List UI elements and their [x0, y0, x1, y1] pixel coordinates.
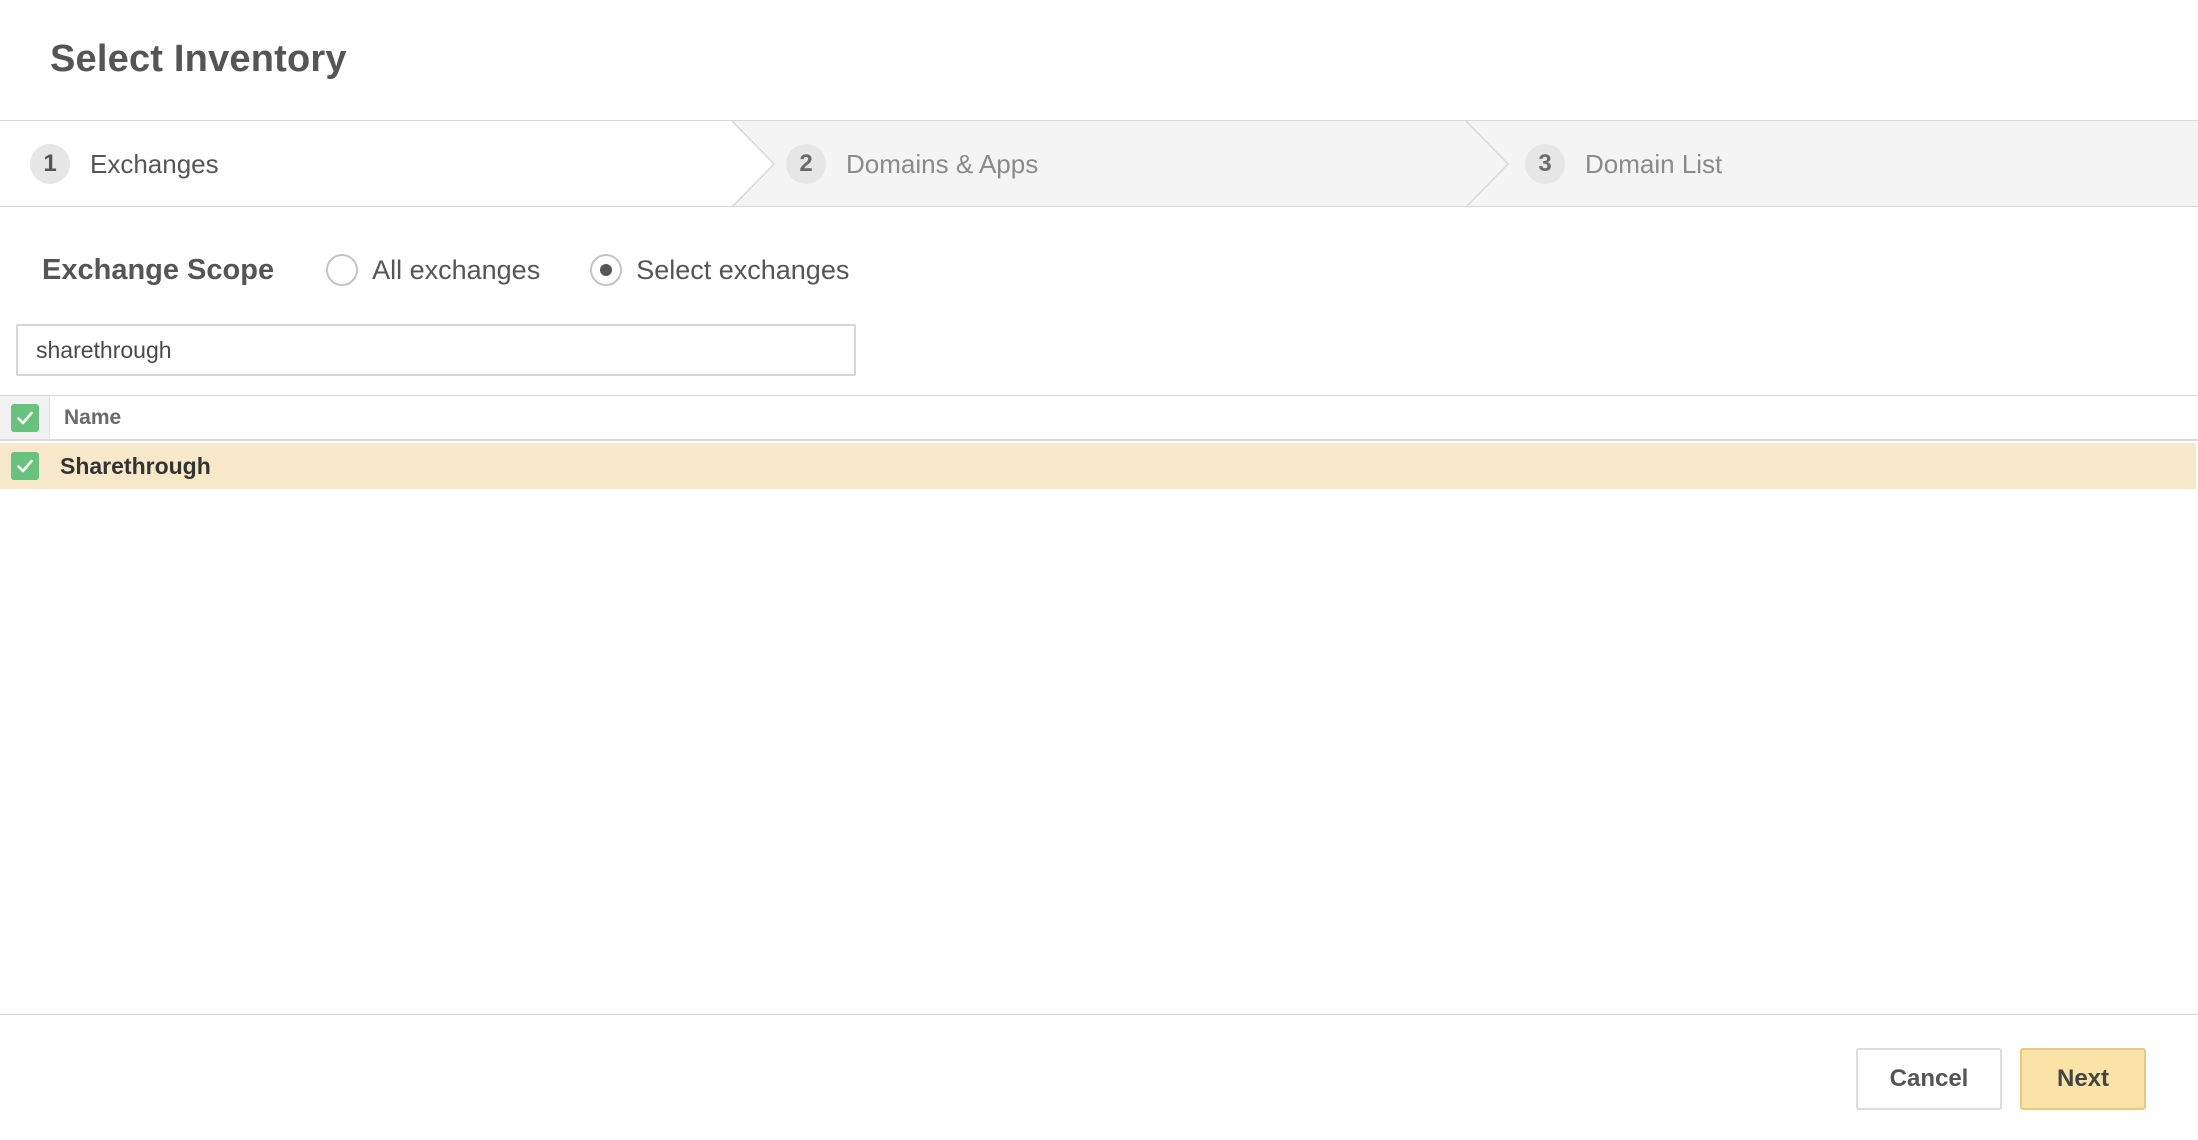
row-checkbox-cell	[0, 452, 50, 480]
table-row[interactable]: Sharethrough	[0, 443, 2196, 489]
check-icon	[16, 411, 33, 424]
step-number: 3	[1525, 144, 1565, 184]
dialog-header: Select Inventory	[0, 0, 2198, 121]
step-domains-apps[interactable]: 2 Domains & Apps	[786, 121, 1039, 206]
step-number: 2	[786, 144, 826, 184]
step-number: 1	[30, 144, 70, 184]
step-label: Domains & Apps	[846, 148, 1039, 179]
radio-button-select-exchanges[interactable]	[590, 254, 623, 286]
dialog-title: Select Inventory	[50, 38, 347, 80]
check-icon	[17, 459, 33, 473]
exchange-search-input[interactable]	[16, 324, 856, 376]
radio-label-select-exchanges: Select exchanges	[636, 254, 850, 285]
next-button[interactable]: Next	[2020, 1048, 2146, 1110]
select-all-cell	[0, 396, 50, 439]
exchanges-table: Name Sharethrough	[0, 395, 2198, 489]
step-label: Exchanges	[90, 148, 219, 179]
row-name: Sharethrough	[60, 452, 211, 479]
select-all-checkbox[interactable]	[10, 403, 39, 432]
radio-all-exchanges[interactable]: All exchanges	[326, 254, 540, 286]
stepper: 1 Exchanges 2 Domains & Apps 3 Domain Li…	[0, 121, 2198, 207]
step-label: Domain List	[1585, 148, 1723, 179]
row-checkbox[interactable]	[11, 452, 39, 480]
column-header-name[interactable]: Name	[50, 406, 121, 430]
radio-label-all-exchanges: All exchanges	[372, 254, 541, 285]
cancel-button[interactable]: Cancel	[1856, 1048, 2002, 1110]
exchange-scope-row: Exchange Scope All exchanges Select exch…	[42, 248, 899, 292]
select-inventory-dialog: Select Inventory 1 Exchanges 2 Domains &…	[0, 0, 2198, 1140]
radio-button-all-exchanges[interactable]	[326, 254, 359, 286]
stepper-background	[0, 121, 1510, 206]
radio-select-exchanges[interactable]: Select exchanges	[590, 254, 849, 286]
dialog-footer: Cancel Next	[0, 1014, 2198, 1140]
table-header: Name	[0, 395, 2198, 441]
step-exchanges[interactable]: 1 Exchanges	[30, 121, 219, 206]
step-domain-list[interactable]: 3 Domain List	[1525, 121, 1723, 206]
exchange-scope-label: Exchange Scope	[42, 253, 275, 286]
